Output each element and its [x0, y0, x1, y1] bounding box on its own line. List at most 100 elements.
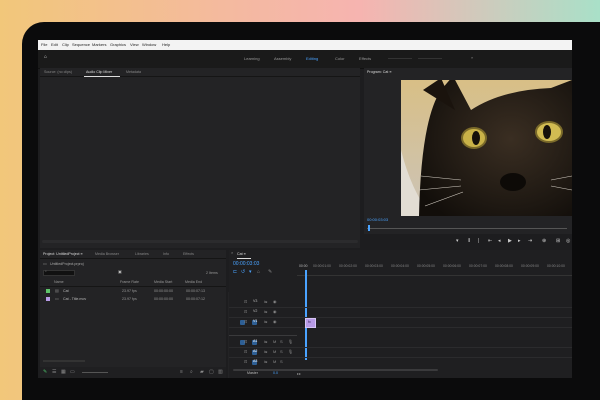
solo-icon[interactable]: S	[280, 360, 283, 364]
icon-view-icon[interactable]: ▦	[61, 370, 66, 375]
track-divider	[229, 335, 297, 336]
toggle-sync-icon[interactable]: ⇋	[264, 340, 267, 344]
menu-window[interactable]: Window	[142, 43, 156, 47]
wrench-icon[interactable]: ✎	[268, 270, 272, 275]
mark-in-icon[interactable]: ▾	[456, 239, 459, 244]
solo-icon[interactable]: S	[280, 350, 283, 354]
workspace-overflow-icon[interactable]: »	[471, 56, 473, 60]
linked-selection-icon[interactable]: ↺	[241, 270, 245, 275]
play-icon[interactable]: ▶	[508, 239, 512, 244]
toggle-sync-icon[interactable]: ⇋	[264, 310, 267, 314]
lock-icon[interactable]: ⊡	[244, 350, 247, 354]
menu-sequence[interactable]: Sequence	[72, 43, 90, 47]
snap-icon[interactable]: ⊏	[233, 270, 237, 275]
find-icon[interactable]: ⌕	[190, 370, 193, 375]
new-item-icon[interactable]: ▢	[209, 370, 214, 375]
source-scrollbar[interactable]	[42, 240, 358, 243]
solo-icon[interactable]: S	[280, 340, 283, 344]
track-lane-separator	[229, 347, 572, 348]
mute-icon[interactable]: M	[273, 340, 276, 344]
timeline-timecode[interactable]: 00:00:03:03	[233, 262, 259, 267]
program-playhead[interactable]	[368, 225, 370, 231]
tab-info[interactable]: Info	[163, 252, 169, 256]
step-back-icon[interactable]: ◂	[498, 239, 501, 244]
go-to-in-icon[interactable]: ⇤	[488, 239, 492, 244]
trash-icon[interactable]: ▥	[218, 370, 223, 375]
mute-icon[interactable]: M	[273, 350, 276, 354]
mute-icon[interactable]: M	[273, 360, 276, 364]
timeline-display-icon[interactable]: ⌂	[257, 270, 260, 275]
step-forward-icon[interactable]: ▸	[518, 239, 521, 244]
toggle-sync-icon[interactable]: ⇋	[264, 360, 267, 364]
lock-icon[interactable]: ⊡	[244, 300, 247, 304]
eye-icon[interactable]: ◉	[273, 300, 277, 304]
microphone-icon[interactable]: 🎙	[288, 350, 293, 354]
column-media-start[interactable]: Media Start	[154, 280, 172, 285]
tab-audio-clip-mixer[interactable]: Audio Clip Mixer	[86, 70, 112, 74]
lock-icon[interactable]: ⊡	[244, 360, 247, 364]
menu-edit[interactable]: Edit	[51, 43, 58, 47]
list-view-icon[interactable]: ☰	[52, 370, 56, 375]
menu-view[interactable]: View	[130, 43, 139, 47]
new-folder-icon[interactable]: ▰	[200, 370, 204, 375]
home-icon[interactable]: ⌂	[44, 55, 47, 60]
lock-icon[interactable]: ⊡	[244, 320, 247, 324]
program-timecode[interactable]: 00:00:03:03	[367, 218, 388, 222]
project-scrollbar[interactable]	[43, 360, 85, 362]
menu-help[interactable]: Help	[162, 43, 170, 47]
master-level[interactable]: 0.0	[273, 371, 278, 376]
workspace-editing[interactable]: Editing	[306, 57, 318, 61]
time-ruler[interactable]: 00:00 00:00:01:00 00:00:02:00 00:00:03:0…	[297, 263, 572, 276]
column-frame-rate[interactable]: Frame Rate	[120, 280, 139, 285]
table-row[interactable]: ▤ Cat 23.97 fps 00:00:00:00 00:00:07:13	[40, 288, 226, 295]
mark-out-icon[interactable]: ⦀	[468, 239, 470, 244]
add-marker-icon[interactable]: ▾	[249, 270, 252, 275]
freeform-view-icon[interactable]: ▭	[70, 370, 75, 375]
tab-libraries[interactable]: Libraries	[135, 252, 149, 256]
tab-program[interactable]: Program: Cat ≡	[367, 70, 391, 74]
workspace-effects[interactable]: Effects	[359, 57, 371, 61]
overwrite-icon[interactable]: ⊞	[556, 239, 560, 244]
close-icon[interactable]: ×	[231, 251, 233, 255]
go-to-out-icon[interactable]: ⇥	[528, 239, 532, 244]
marker-icon[interactable]: |	[478, 239, 479, 244]
workspace-learning[interactable]: Learning	[244, 57, 260, 61]
lock-icon[interactable]: ⊡	[244, 340, 247, 344]
tab-source[interactable]: Source: (no clips)	[44, 70, 72, 74]
column-media-end[interactable]: Media End	[185, 280, 202, 285]
zoom-slider[interactable]	[82, 372, 108, 373]
project-search-input[interactable]	[43, 270, 75, 276]
tab-timeline-cat[interactable]: Cat ≡	[237, 252, 246, 256]
toggle-sync-icon[interactable]: ⇋	[264, 350, 267, 354]
pencil-icon[interactable]: ✎	[43, 370, 47, 375]
eye-icon[interactable]: ◉	[273, 310, 277, 314]
export-frame-icon[interactable]: ◎	[566, 239, 570, 244]
menu-graphics[interactable]: Graphics	[110, 43, 126, 47]
tab-project[interactable]: Project: UntitledProject ≡	[43, 252, 83, 256]
toggle-sync-icon[interactable]: ⇋	[264, 320, 267, 324]
menu-file[interactable]: File	[41, 43, 47, 47]
table-row[interactable]: ▭ Cat - Title.mov 23.97 fps 00:00:00:00 …	[40, 296, 226, 303]
menu-clip[interactable]: Clip	[62, 43, 69, 47]
microphone-icon[interactable]: 🎙	[288, 340, 293, 344]
workspace-color[interactable]: Color	[335, 57, 345, 61]
row-end: 00:00:07:12	[186, 297, 205, 301]
menu-markers[interactable]: Markers	[92, 43, 106, 47]
label-color-swatch[interactable]	[46, 297, 50, 301]
program-scrub-bar[interactable]	[367, 228, 567, 229]
tab-effects[interactable]: Effects	[183, 252, 194, 256]
lock-icon[interactable]: ⊡	[244, 310, 247, 314]
column-name[interactable]: Name	[54, 280, 64, 285]
eye-icon[interactable]: ◉	[273, 320, 277, 324]
timeline-clip[interactable]: fx	[305, 318, 316, 328]
tab-metadata[interactable]: Metadata	[126, 70, 141, 74]
timeline-zoom-scrollbar[interactable]	[233, 369, 438, 371]
go-to-end-icon[interactable]: ▸▸	[297, 372, 301, 376]
tab-media-browser[interactable]: Media Browser	[95, 252, 119, 256]
insert-icon[interactable]: ⊕	[542, 239, 546, 244]
workspace-assembly[interactable]: Assembly	[274, 57, 291, 61]
sort-icon[interactable]: ≡	[180, 370, 183, 375]
toggle-sync-icon[interactable]: ⇋	[264, 300, 267, 304]
new-bin-icon[interactable]: ▣	[118, 270, 122, 274]
label-color-swatch[interactable]	[46, 289, 50, 293]
